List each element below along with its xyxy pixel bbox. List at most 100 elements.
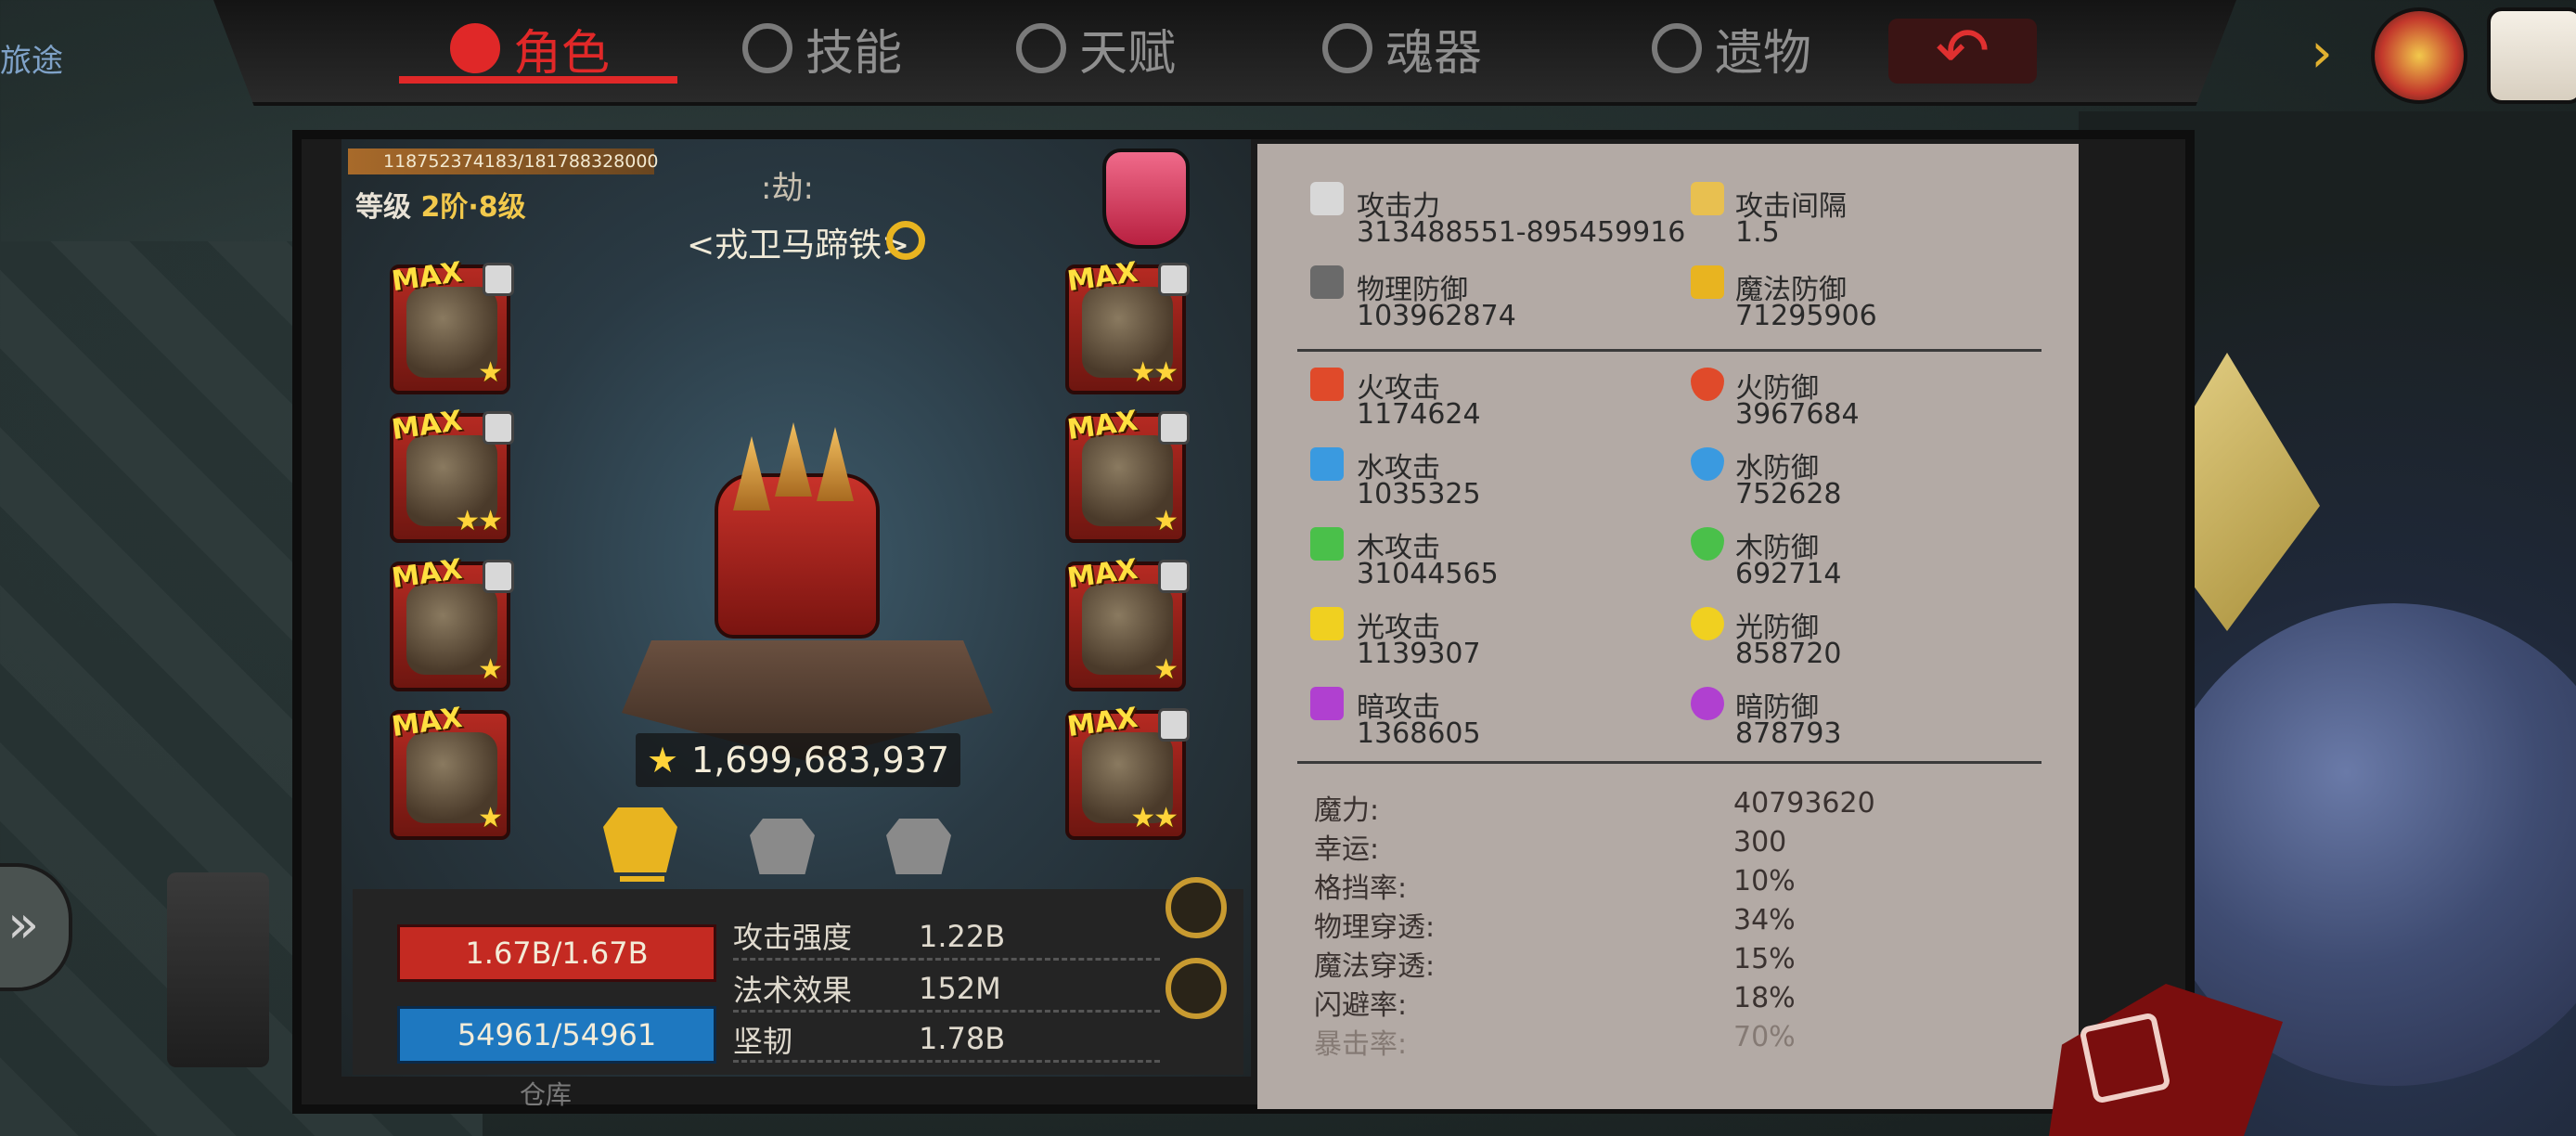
magnifier-icon[interactable] bbox=[886, 221, 925, 260]
light-defense-value: 858720 bbox=[1735, 638, 1842, 670]
sword-icon bbox=[1310, 182, 1344, 215]
divider bbox=[733, 1010, 1160, 1013]
mana-value: 40793620 bbox=[1733, 787, 1875, 820]
physical-penetration-label: 物理穿透: bbox=[1314, 911, 1436, 944]
storage-label: 仓库 bbox=[520, 1079, 573, 1110]
demon-icon bbox=[450, 23, 500, 73]
tab-talent[interactable]: 天赋 bbox=[1016, 13, 1176, 84]
emblem-button-icon[interactable] bbox=[2079, 1012, 2171, 1104]
dodge-rate-value: 18% bbox=[1733, 982, 1796, 1014]
lock-icon bbox=[1158, 708, 1190, 742]
attack-value: 313488551-895459916 bbox=[1357, 216, 1686, 249]
tab-label: 天赋 bbox=[1079, 25, 1177, 82]
info-button-icon[interactable] bbox=[1166, 877, 1227, 938]
arrow-right-icon[interactable]: › bbox=[2311, 20, 2333, 85]
spell-effect-value: 152M bbox=[919, 971, 1001, 1006]
toughness-label: 坚韧 bbox=[733, 1024, 793, 1059]
dodge-rate-label: 闪避率: bbox=[1314, 989, 1408, 1022]
crown-icon[interactable] bbox=[2371, 7, 2467, 104]
return-button[interactable]: ↶ bbox=[1888, 13, 2037, 89]
star-rating: ★★ bbox=[1130, 356, 1179, 389]
divider bbox=[1297, 349, 2041, 352]
active-tab-underline bbox=[399, 76, 677, 84]
hp-bar: 1.67B/1.67B bbox=[397, 924, 716, 982]
attack-strength-value: 1.22B bbox=[919, 919, 1006, 954]
potion-icon[interactable] bbox=[1102, 148, 1190, 249]
exp-text: 118752374183/181788328000 bbox=[383, 151, 659, 172]
spell-effect-label: 法术效果 bbox=[733, 973, 853, 1008]
fire-defense-value: 3967684 bbox=[1735, 398, 1860, 431]
fire-attack-icon bbox=[1310, 368, 1344, 401]
wood-defense-value: 692714 bbox=[1735, 558, 1842, 590]
wood-attack-value: 31044565 bbox=[1357, 558, 1499, 590]
attack-strength-label: 攻击强度 bbox=[733, 920, 853, 955]
fire-attack-value: 1174624 bbox=[1357, 398, 1481, 431]
quest-book-icon[interactable] bbox=[2487, 7, 2576, 104]
dark-defense-icon bbox=[1691, 687, 1724, 720]
lock-icon bbox=[1158, 263, 1190, 296]
equip-slot-gloves[interactable]: MAX ★ bbox=[1065, 405, 1190, 543]
light-attack-icon bbox=[1310, 607, 1344, 640]
light-defense-icon bbox=[1691, 607, 1724, 640]
star-icon: ★ bbox=[646, 740, 679, 781]
water-attack-value: 1035325 bbox=[1357, 478, 1481, 510]
dark-defense-value: 878793 bbox=[1735, 717, 1842, 750]
star-rating: ★ bbox=[478, 653, 503, 686]
talent-icon bbox=[1016, 23, 1066, 73]
crit-rate-value: 70% bbox=[1733, 1021, 1796, 1053]
magic-defense-value: 71295906 bbox=[1735, 300, 1877, 332]
tab-relic[interactable]: 遗物 bbox=[1652, 13, 1811, 84]
equip-slot-boots[interactable]: MAX ★ bbox=[390, 702, 510, 840]
lock-icon bbox=[1158, 560, 1190, 593]
equip-slot-chest[interactable]: MAX ★★ bbox=[390, 405, 514, 543]
mp-bar: 54961/54961 bbox=[397, 1006, 716, 1064]
star-rating: ★★ bbox=[1130, 802, 1179, 834]
magic-penetration-label: 魔法穿透: bbox=[1314, 950, 1436, 983]
tab-label: 技能 bbox=[805, 25, 903, 82]
double-arrow-icon: » bbox=[7, 895, 40, 955]
divider bbox=[733, 1060, 1160, 1063]
mp-value: 54961/54961 bbox=[457, 1017, 657, 1052]
toughness-value: 1.78B bbox=[919, 1021, 1006, 1056]
lock-icon bbox=[483, 263, 514, 296]
soul-vessel-icon bbox=[1322, 23, 1372, 73]
luck-label: 幸运: bbox=[1314, 833, 1380, 866]
light-attack-value: 1139307 bbox=[1357, 638, 1481, 670]
equip-slot-belt[interactable]: MAX ★ bbox=[390, 553, 514, 691]
attack-interval-value: 1.5 bbox=[1735, 216, 1780, 249]
water-attack-icon bbox=[1310, 447, 1344, 481]
tab-label: 遗物 bbox=[1715, 25, 1812, 82]
orbit-button-icon[interactable] bbox=[1166, 958, 1227, 1019]
crit-rate-label: 暴击率: bbox=[1314, 1028, 1408, 1061]
tab-skill[interactable]: 技能 bbox=[742, 13, 902, 84]
physical-defense-value: 103962874 bbox=[1357, 300, 1516, 332]
level-label: 等级 2阶·8级 bbox=[355, 184, 526, 225]
hero-name: <戎卫马蹄铁> bbox=[687, 226, 910, 265]
tab-character[interactable]: 角色 bbox=[450, 13, 610, 84]
tab-soul-vessel[interactable]: 魂器 bbox=[1322, 13, 1482, 84]
magic-defense-icon bbox=[1691, 265, 1724, 299]
star-rating: ★ bbox=[478, 802, 503, 834]
tab-label: 角色 bbox=[513, 25, 611, 82]
level-value: 2阶·8级 bbox=[420, 191, 526, 224]
armor-selected-indicator bbox=[620, 876, 664, 882]
hero-title: :劫: bbox=[761, 170, 814, 207]
corner-label: 旅途 bbox=[0, 43, 63, 80]
armor-set-3-icon[interactable] bbox=[886, 819, 951, 874]
dark-attack-icon bbox=[1310, 687, 1344, 720]
lock-icon bbox=[483, 411, 514, 445]
equip-slot-amulet[interactable]: MAX ★★ bbox=[1065, 702, 1190, 840]
equip-slot-leggings[interactable]: MAX ★ bbox=[1065, 553, 1190, 691]
armor-set-2-icon[interactable] bbox=[750, 819, 815, 874]
relic-icon bbox=[1652, 23, 1702, 73]
hp-value: 1.67B/1.67B bbox=[465, 936, 649, 971]
combat-power-value: 1,699,683,937 bbox=[691, 740, 950, 781]
equip-slot-helmet[interactable]: MAX ★ bbox=[390, 256, 514, 394]
luck-value: 300 bbox=[1733, 826, 1787, 858]
star-rating: ★ bbox=[1153, 505, 1179, 537]
armor-set-1-icon[interactable] bbox=[603, 807, 677, 872]
equip-slot-shoulder[interactable]: MAX ★★ bbox=[1065, 256, 1190, 394]
divider bbox=[733, 958, 1160, 961]
return-arrow-icon: ↶ bbox=[1935, 13, 1990, 89]
golden-sword-icon bbox=[1691, 182, 1724, 215]
